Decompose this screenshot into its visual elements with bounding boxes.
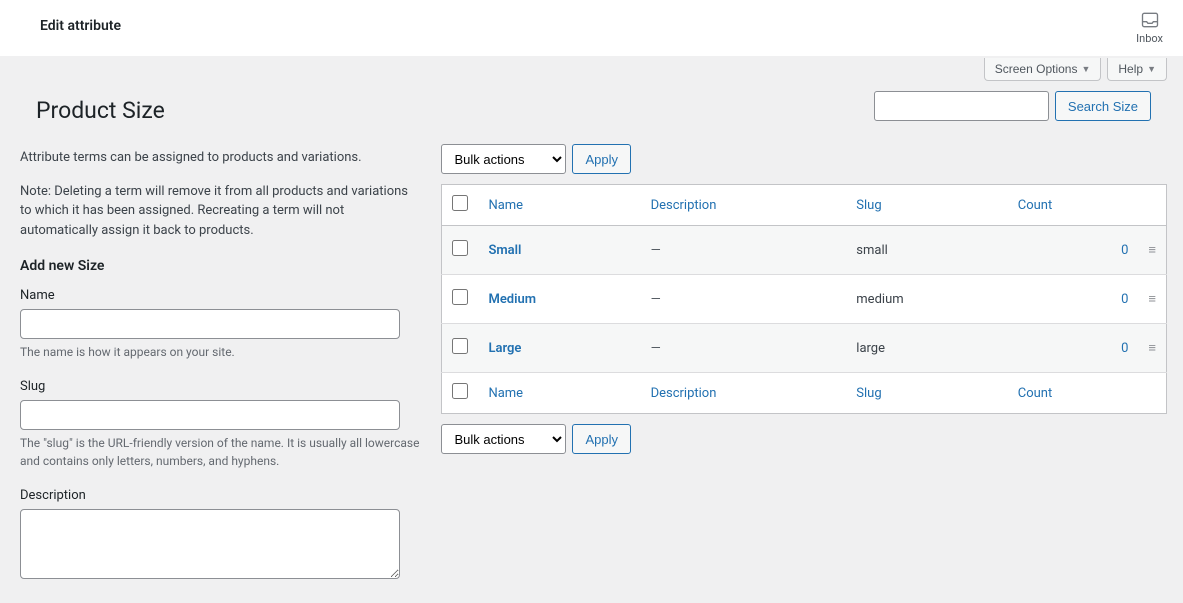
topbar: Edit attribute Inbox bbox=[0, 0, 1183, 56]
bulk-actions-top: Bulk actions Apply bbox=[441, 144, 1167, 174]
inbox-icon bbox=[1140, 10, 1160, 30]
chevron-down-icon: ▼ bbox=[1147, 64, 1156, 74]
search-input[interactable] bbox=[874, 91, 1049, 121]
term-name-link[interactable]: Small bbox=[488, 243, 521, 258]
name-input[interactable] bbox=[20, 309, 400, 339]
term-slug: medium bbox=[856, 292, 903, 307]
right-column: Bulk actions Apply Name Description Slug… bbox=[441, 134, 1167, 583]
note-text: Note: Deleting a term will remove it fro… bbox=[20, 182, 421, 241]
term-slug: small bbox=[856, 243, 888, 258]
name-help: The name is how it appears on your site. bbox=[20, 343, 421, 361]
table-row: Small — small 0 ≡ bbox=[442, 226, 1167, 275]
term-name-link[interactable]: Medium bbox=[488, 292, 536, 307]
edit-attribute-link[interactable]: Edit attribute bbox=[40, 18, 121, 34]
row-checkbox[interactable] bbox=[452, 338, 468, 354]
term-count-link[interactable]: 0 bbox=[1121, 243, 1128, 258]
term-count-link[interactable]: 0 bbox=[1121, 341, 1128, 356]
apply-button-bottom[interactable]: Apply bbox=[572, 424, 631, 454]
bulk-actions-bottom: Bulk actions Apply bbox=[441, 424, 1167, 454]
select-all-top[interactable] bbox=[452, 195, 468, 211]
content-top: Product Size Search Size bbox=[0, 81, 1183, 134]
main-area: Attribute terms can be assigned to produ… bbox=[0, 134, 1183, 603]
terms-table: Name Description Slug Count Small — smal… bbox=[441, 184, 1167, 414]
add-new-size-title: Add new Size bbox=[20, 258, 421, 274]
slug-input[interactable] bbox=[20, 400, 400, 430]
left-column: Attribute terms can be assigned to produ… bbox=[20, 134, 421, 583]
term-slug: large bbox=[856, 341, 885, 356]
col-slug-header[interactable]: Slug bbox=[856, 198, 881, 213]
table-row: Medium — medium 0 ≡ bbox=[442, 275, 1167, 324]
term-description: — bbox=[651, 292, 661, 307]
name-label: Name bbox=[20, 288, 421, 303]
chevron-down-icon: ▼ bbox=[1081, 64, 1090, 74]
term-description: — bbox=[651, 243, 661, 258]
row-checkbox[interactable] bbox=[452, 289, 468, 305]
col-slug-footer[interactable]: Slug bbox=[856, 386, 881, 401]
col-description-footer[interactable]: Description bbox=[651, 386, 717, 401]
drag-handle-icon[interactable]: ≡ bbox=[1148, 243, 1156, 258]
bulk-actions-select-bottom[interactable]: Bulk actions bbox=[441, 424, 566, 454]
search-button[interactable]: Search Size bbox=[1055, 91, 1151, 121]
inbox-label: Inbox bbox=[1136, 32, 1163, 45]
slug-label: Slug bbox=[20, 379, 421, 394]
table-row: Large — large 0 ≡ bbox=[442, 324, 1167, 373]
intro-text: Attribute terms can be assigned to produ… bbox=[20, 148, 421, 168]
description-label: Description bbox=[20, 488, 421, 503]
help-label: Help bbox=[1118, 62, 1143, 76]
search-row: Search Size bbox=[874, 81, 1167, 121]
bulk-actions-select[interactable]: Bulk actions bbox=[441, 144, 566, 174]
row-checkbox[interactable] bbox=[452, 240, 468, 256]
inbox-area[interactable]: Inbox bbox=[1136, 10, 1163, 45]
drag-handle-icon[interactable]: ≡ bbox=[1148, 341, 1156, 356]
apply-button-top[interactable]: Apply bbox=[572, 144, 631, 174]
select-all-bottom[interactable] bbox=[452, 383, 468, 399]
terms-tbody: Small — small 0 ≡ Medium — medium 0 ≡ La… bbox=[442, 226, 1167, 373]
col-count-header[interactable]: Count bbox=[1018, 198, 1052, 213]
screen-options-tab[interactable]: Screen Options ▼ bbox=[984, 58, 1102, 81]
top-tabs: Screen Options ▼ Help ▼ bbox=[0, 56, 1183, 81]
term-name-link[interactable]: Large bbox=[488, 341, 521, 356]
col-count-footer[interactable]: Count bbox=[1018, 386, 1052, 401]
slug-help: The "slug" is the URL-friendly version o… bbox=[20, 434, 421, 470]
term-count-link[interactable]: 0 bbox=[1121, 292, 1128, 307]
page-title: Product Size bbox=[16, 81, 165, 134]
topbar-left: Edit attribute bbox=[40, 10, 121, 34]
help-tab[interactable]: Help ▼ bbox=[1107, 58, 1167, 81]
screen-options-label: Screen Options bbox=[995, 62, 1078, 76]
drag-handle-icon[interactable]: ≡ bbox=[1148, 292, 1156, 307]
col-description-header[interactable]: Description bbox=[651, 198, 717, 213]
col-name-header[interactable]: Name bbox=[488, 198, 523, 213]
term-description: — bbox=[651, 341, 661, 356]
col-name-footer[interactable]: Name bbox=[488, 386, 523, 401]
